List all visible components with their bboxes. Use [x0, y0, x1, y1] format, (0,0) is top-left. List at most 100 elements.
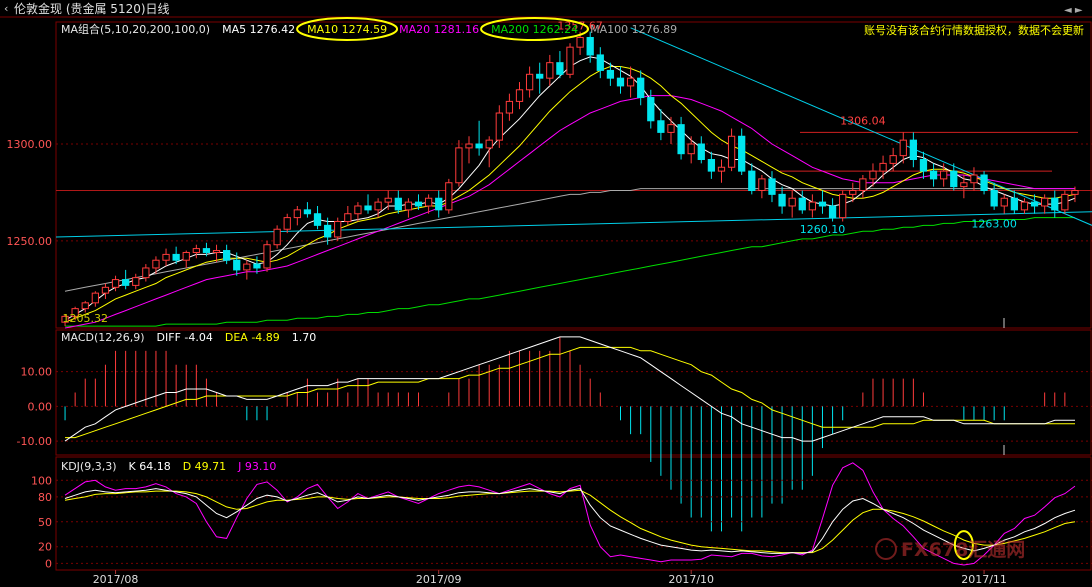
candle-body[interactable] — [1041, 197, 1049, 207]
candle-body[interactable] — [909, 139, 917, 161]
candle-body[interactable] — [91, 292, 99, 304]
candle-body[interactable] — [212, 250, 221, 253]
candle-body[interactable] — [576, 36, 584, 48]
candle-body[interactable] — [455, 147, 463, 184]
candle-body[interactable] — [748, 170, 756, 191]
candle-body[interactable] — [1071, 189, 1079, 195]
candle-body[interactable] — [394, 197, 402, 211]
candle-body[interactable] — [424, 197, 433, 207]
candle-body[interactable] — [475, 143, 483, 149]
candle-body[interactable] — [758, 178, 766, 191]
candle-body[interactable] — [303, 209, 312, 215]
candle-body[interactable] — [81, 302, 89, 310]
candle-body[interactable] — [354, 205, 362, 215]
macd-panel[interactable]: 10.00 0.00 -10.00 — [17, 336, 1092, 532]
candle-body[interactable] — [940, 170, 948, 180]
candle-body[interactable] — [839, 193, 847, 219]
candle-body[interactable] — [283, 217, 291, 230]
candle-body[interactable] — [233, 259, 241, 271]
candle-body[interactable] — [899, 139, 907, 157]
candle-body[interactable] — [657, 120, 665, 133]
candle-body[interactable] — [374, 201, 382, 211]
candle-body[interactable] — [273, 228, 281, 246]
candle-body[interactable] — [111, 279, 120, 288]
candle-body[interactable] — [889, 155, 897, 164]
candle-body[interactable] — [950, 170, 958, 188]
candle-body[interactable] — [465, 143, 473, 149]
candle-body[interactable] — [717, 166, 726, 172]
candle-body[interactable] — [101, 286, 110, 294]
candle-body[interactable] — [192, 248, 200, 253]
candle-body[interactable] — [1051, 197, 1059, 211]
candle-body[interactable] — [738, 135, 746, 172]
candle-body[interactable] — [586, 36, 594, 56]
candle-body[interactable] — [162, 253, 170, 261]
candle-body[interactable] — [626, 77, 635, 87]
candle-body[interactable] — [313, 213, 322, 226]
stock-chart[interactable]: 1300.001250.001357.671306.041260.10 1263.… — [0, 0, 1092, 587]
candle-body[interactable] — [384, 197, 392, 203]
candle-body[interactable] — [929, 170, 938, 180]
candle-body[interactable] — [677, 124, 685, 155]
candle-body[interactable] — [515, 89, 524, 102]
candle-body[interactable] — [919, 159, 928, 172]
candle-body[interactable] — [263, 244, 271, 269]
candle-body[interactable] — [445, 182, 453, 211]
candle-body[interactable] — [566, 46, 574, 75]
candle-body[interactable] — [697, 143, 705, 161]
candle-body[interactable] — [293, 209, 301, 219]
candle-body[interactable] — [768, 178, 776, 195]
candle-body[interactable] — [525, 73, 534, 91]
candle-body[interactable] — [667, 124, 675, 133]
candle-body[interactable] — [253, 263, 261, 269]
candle-body[interactable] — [687, 143, 695, 155]
candle-body[interactable] — [414, 201, 423, 207]
candle-body[interactable] — [505, 100, 514, 114]
candle-body[interactable] — [495, 112, 503, 141]
candle-body[interactable] — [223, 250, 231, 261]
candle-body[interactable] — [990, 189, 998, 207]
candle-body[interactable] — [152, 259, 160, 269]
candle-body[interactable] — [647, 97, 655, 122]
back-arrow-icon[interactable]: ‹ — [4, 2, 8, 15]
candle-body[interactable] — [788, 197, 796, 207]
candle-body[interactable] — [546, 62, 554, 79]
candle-body[interactable] — [172, 253, 180, 261]
candle-body[interactable] — [616, 77, 625, 87]
candle-body[interactable] — [435, 197, 443, 211]
candle-body[interactable] — [960, 182, 968, 188]
candle-body[interactable] — [404, 201, 413, 211]
candle-body[interactable] — [1010, 197, 1018, 211]
candle-body[interactable] — [808, 201, 817, 211]
candle-body[interactable] — [828, 205, 837, 219]
candle-body[interactable] — [132, 277, 140, 286]
candle-body[interactable] — [1030, 201, 1039, 207]
candle-body[interactable] — [818, 201, 827, 207]
candle-body[interactable] — [142, 267, 150, 279]
candle-body[interactable] — [364, 205, 372, 211]
candle-body[interactable] — [606, 69, 615, 79]
candle-body[interactable] — [1000, 197, 1008, 207]
candle-body[interactable] — [323, 224, 332, 238]
candle-body[interactable] — [970, 174, 978, 184]
candle-body[interactable] — [182, 251, 190, 261]
candle-body[interactable] — [243, 263, 251, 271]
candle-body[interactable] — [556, 62, 564, 75]
candle-body[interactable] — [778, 193, 786, 207]
candle-body[interactable] — [485, 139, 493, 149]
candle-body[interactable] — [637, 77, 645, 99]
price-panel[interactable]: 1300.001250.001357.671306.041260.10 1263.… — [7, 20, 1092, 329]
candle-body[interactable] — [344, 213, 352, 222]
candle-body[interactable] — [798, 197, 806, 211]
candle-body[interactable] — [536, 73, 544, 79]
candle-body[interactable] — [727, 135, 736, 168]
candle-body[interactable] — [879, 162, 887, 172]
candle-body[interactable] — [1020, 201, 1029, 211]
candle-body[interactable] — [202, 248, 211, 253]
candle-body[interactable] — [859, 178, 867, 191]
candle-body[interactable] — [596, 54, 604, 71]
candle-body[interactable] — [849, 189, 857, 195]
candle-body[interactable] — [869, 170, 877, 180]
candle-body[interactable] — [1061, 193, 1069, 211]
candle-body[interactable] — [122, 279, 130, 286]
